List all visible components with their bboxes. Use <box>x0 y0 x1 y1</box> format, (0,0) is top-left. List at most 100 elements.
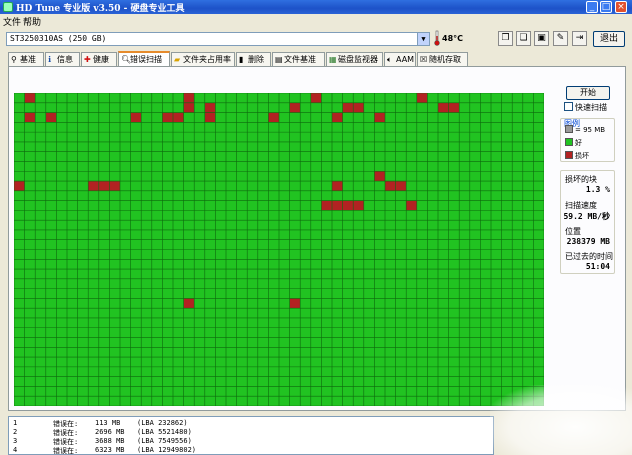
tab-erase[interactable]: ▮ 删除 <box>236 52 271 66</box>
tab-random-access[interactable]: ☒ 随机存取 <box>417 52 468 66</box>
bad-block <box>183 93 195 103</box>
aam-icon: 🔈︎ <box>387 55 392 64</box>
elapsed-value: 51:04 <box>585 262 610 271</box>
bad-block <box>204 102 216 113</box>
tab-strip: ⚲ 基准 ℹ 信息 ✚ 健康 🔍︎错误扫描 ▰ 文件夹占用率 ▮ 删除 ▤文件基准 ▦磁盘… <box>8 51 468 66</box>
exit-icon-button[interactable]: ⇥ <box>572 31 587 46</box>
chevron-down-icon[interactable]: ▼ <box>417 33 429 45</box>
copy-screenshot-button[interactable]: ❏ <box>516 31 531 46</box>
bad-block <box>183 102 195 113</box>
bad-block <box>406 200 417 211</box>
bad-block <box>130 112 142 123</box>
bad-block <box>268 112 279 123</box>
toolbar: ST3250310AS (250 GB) ▼ 48°C ❐ ❏ ▣ ✎ ⇥ 退出 <box>0 28 632 52</box>
random-access-icon: ☒ <box>420 55 428 64</box>
tab-info[interactable]: ℹ 信息 <box>45 52 80 66</box>
exit-button[interactable]: 退出 <box>593 31 625 47</box>
bad-block <box>374 171 385 182</box>
bad-block <box>332 112 343 123</box>
thermometer-icon <box>434 30 440 46</box>
bad-block <box>321 200 332 211</box>
bad-block <box>109 181 120 191</box>
menu-bar: 文件 帮助 <box>0 14 632 28</box>
tab-health[interactable]: ✚ 健康 <box>81 52 117 66</box>
temperature-readout: 48°C <box>442 34 464 43</box>
bad-block <box>385 181 396 191</box>
speed-value: 59.2 MB/秒 <box>563 212 610 221</box>
watermark-haze <box>490 385 632 455</box>
bad-block <box>310 93 322 103</box>
bad-block <box>204 112 216 123</box>
block-map-grid <box>14 93 544 406</box>
good-swatch-icon <box>565 138 573 146</box>
quick-scan-checkbox[interactable]: 快速扫描 <box>564 102 607 113</box>
bad-block <box>438 102 449 113</box>
options-icon: ✎ <box>556 33 565 43</box>
maximize-button[interactable]: □ <box>600 1 612 13</box>
bad-block <box>353 200 364 211</box>
close-button[interactable]: × <box>615 1 627 13</box>
bad-block <box>289 102 301 113</box>
tab-file-benchmark[interactable]: ▤文件基准 <box>272 52 325 66</box>
damaged-label: 损坏的块 <box>565 175 597 184</box>
menu-help[interactable]: 帮助 <box>23 15 41 28</box>
tab-error-scan[interactable]: 🔍︎错误扫描 <box>118 51 170 66</box>
checkbox-icon[interactable] <box>564 102 573 111</box>
bad-block <box>173 112 184 123</box>
elapsed-label: 已过去的时间 <box>565 252 613 261</box>
bad-block <box>24 112 36 123</box>
tab-folder-usage[interactable]: ▰ 文件夹占用率 <box>171 52 235 66</box>
quick-scan-label: 快速扫描 <box>575 103 607 112</box>
bad-block <box>342 200 354 211</box>
legend-good: 好 <box>565 138 582 148</box>
position-value: 238379 MB <box>566 237 610 246</box>
menu-file[interactable]: 文件 <box>3 15 21 28</box>
bad-block <box>332 181 343 191</box>
bad-block <box>88 181 99 191</box>
start-button[interactable]: 开始 <box>566 86 610 100</box>
bad-block <box>24 93 36 103</box>
benchmark-icon: ⚲ <box>11 55 17 64</box>
window-title: HD Tune 专业版 v3.50 - 硬盘专业工具 <box>16 4 185 14</box>
bad-block <box>342 102 354 113</box>
error-log[interactable]: 1 错误在: 113 MB (LBA 232862) 2 错误在: 2696 MB (LBA… <box>8 416 494 455</box>
info-icon: ℹ <box>48 55 52 64</box>
position-label: 位置 <box>565 227 581 236</box>
stats-panel: 损坏的块 1.3 % 扫描速度 59.2 MB/秒 位置 238379 MB 已… <box>560 170 615 274</box>
bad-block <box>395 181 407 191</box>
damaged-value: 1.3 % <box>585 185 610 194</box>
bad-block <box>416 93 428 103</box>
bad-block <box>448 102 460 113</box>
exit-icon: ⇥ <box>575 33 584 43</box>
error-scan-icon: 🔍︎ <box>121 55 132 64</box>
copy-info-button[interactable]: ❐ <box>498 31 513 46</box>
tab-aam[interactable]: 🔈︎ AAM <box>384 52 416 66</box>
bad-block <box>332 200 343 211</box>
disk-monitor-icon: ▦ <box>329 55 337 64</box>
bad-block <box>353 102 364 113</box>
bad-swatch-icon <box>565 151 573 159</box>
save-button[interactable]: ▣ <box>534 31 549 46</box>
tab-benchmark[interactable]: ⚲ 基准 <box>8 52 44 66</box>
tab-disk-monitor[interactable]: ▦磁盘监视器 <box>326 52 383 66</box>
bad-block <box>98 181 110 191</box>
title-bar: HD Tune 专业版 v3.50 - 硬盘专业工具 _ □ × <box>0 0 632 14</box>
erase-icon: ▮ <box>239 55 244 64</box>
minimize-button[interactable]: _ <box>586 1 598 13</box>
bad-block <box>45 112 57 123</box>
speed-label: 扫描速度 <box>565 201 597 210</box>
drive-select-value: ST3250310AS (250 GB) <box>10 34 107 43</box>
file-benchmark-icon: ▤ <box>275 55 283 64</box>
bad-block <box>162 112 173 123</box>
legend-block-size: = 95 MB <box>565 125 605 134</box>
drive-select[interactable]: ST3250310AS (250 GB) ▼ <box>6 32 430 46</box>
block-map <box>14 93 544 406</box>
block-swatch-icon <box>565 125 573 133</box>
folder-usage-icon: ▰ <box>174 55 181 64</box>
bad-block <box>183 298 195 309</box>
legend-bad: 损坏 <box>565 151 589 161</box>
bad-block <box>289 298 301 309</box>
options-button[interactable]: ✎ <box>553 31 568 46</box>
save-icon: ▣ <box>537 33 546 43</box>
health-icon: ✚ <box>84 55 91 64</box>
